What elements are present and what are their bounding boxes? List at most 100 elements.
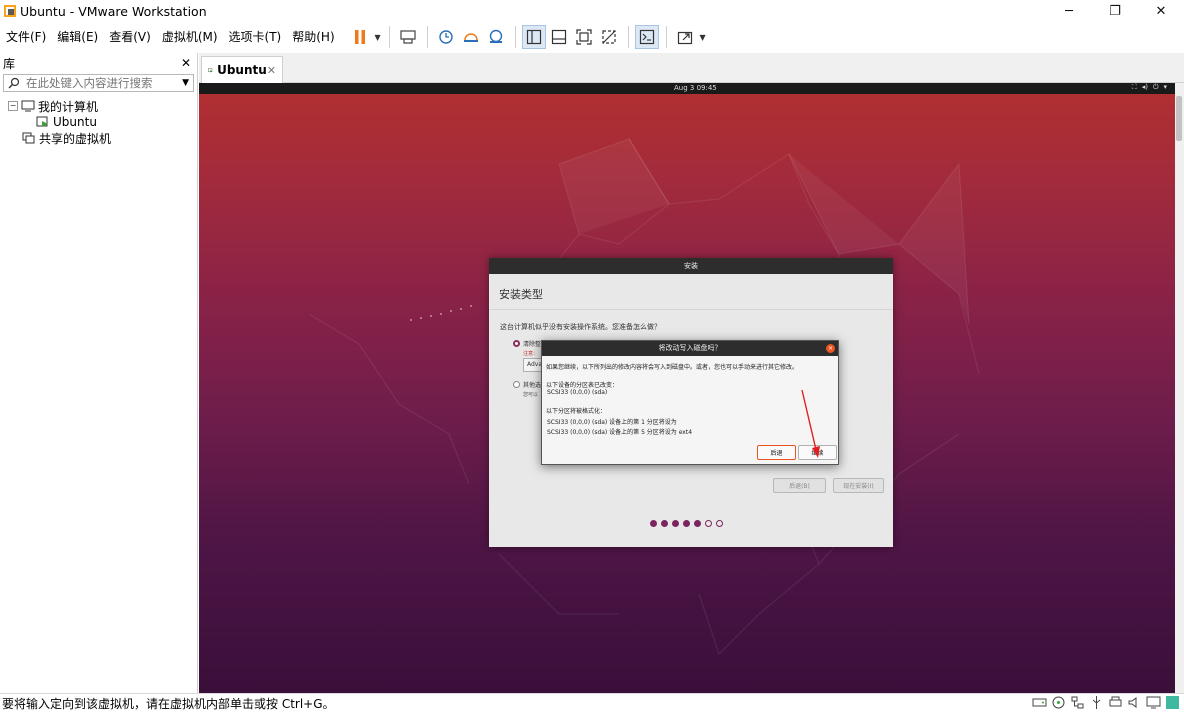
show-library-button[interactable] [522,25,547,49]
revert-snapshot-button[interactable] [459,25,483,49]
full-screen-button[interactable] [572,25,596,49]
stretch-guest-button[interactable] [673,25,697,49]
guest-system-tray[interactable]: ⛶ ◂) ⏻ ▾ [1132,83,1167,92]
stretch-dropdown-arrow[interactable]: ▼ [698,33,708,42]
vm-scrollbar-thumb[interactable] [1176,96,1182,141]
hard-disk-icon[interactable] [1032,695,1047,710]
library-layout-icon [527,29,542,45]
menu-edit[interactable]: 编辑(E) [52,22,103,52]
dialog-format-line2: SCSI33 (0,0,0) (sda) 设备上的第 5 分区将设为 ext4 [547,429,693,436]
tab-close-icon[interactable]: ✕ [267,64,276,77]
install-now-button[interactable]: 现在安装(I) [833,478,884,493]
radio-erase-disk[interactable] [513,340,520,347]
library-search-input[interactable] [26,76,183,90]
show-thumbnail-bar-button[interactable] [547,25,571,49]
installer-back-button[interactable]: 后退(B) [773,478,826,493]
erase-disk-warning: 注意： [523,351,539,357]
pause-button[interactable] [348,25,372,49]
tree-label-shared-vms: 共享的虚拟机 [39,131,112,146]
tree-label-ubuntu: Ubuntu [53,115,97,129]
pause-icon [355,30,366,44]
option-erase-disk[interactable]: 清除整 [513,339,541,348]
tab-ubuntu-label: Ubuntu [217,63,267,77]
snapshot-manager-button[interactable] [484,25,508,49]
guest-clock[interactable]: Aug 3 09:45 [674,84,717,92]
library-title: 库 [3,56,16,71]
library-close-icon[interactable]: ✕ [181,56,191,70]
menu-file[interactable]: 文件(F) [1,22,51,52]
installer-header: 安装 [489,258,893,274]
revert-snapshot-icon [464,33,479,42]
usb-icon[interactable] [1089,695,1104,710]
option-something-else[interactable]: 其他选 [513,380,541,389]
close-button[interactable]: ✕ [1138,0,1184,22]
unity-mode-button[interactable] [597,25,621,49]
search-icon [8,77,20,89]
toolbar: ▼ ▼ [348,22,708,52]
menu-help[interactable]: 帮助(H) [287,22,339,52]
annotation-arrow [801,389,820,458]
dialog-close-icon[interactable]: × [826,344,835,353]
printer-icon[interactable] [1108,695,1123,710]
display-icon[interactable] [1146,695,1161,710]
progress-dot [650,520,657,527]
dialog-intro: 如果您继续，以下所列出的修改内容将会写入到磁盘中。或者，您也可以手动来进行其它修… [546,364,799,371]
send-ctrl-alt-del-button[interactable] [396,25,420,49]
dialog-back-button[interactable]: 后退 [757,445,796,460]
device-status-icons [1032,695,1180,710]
option-something-else-label: 其他选 [523,382,542,389]
progress-dot [694,520,701,527]
status-bar: 要将输入定向到该虚拟机，请在虚拟机内部单击或按 Ctrl+G。 [0,693,1184,712]
vm-tab-icon [208,67,213,72]
vm-console[interactable]: Aug 3 09:45 ⛶ ◂) ⏻ ▾ 安装 安装类型 这台计算机似乎没有安装… [199,83,1175,693]
menu-vm[interactable]: 虚拟机(M) [157,22,223,52]
library-search: ▼ [3,74,194,92]
maximize-button[interactable]: ❐ [1092,0,1138,22]
tree-item-ubuntu[interactable]: Ubuntu [0,114,197,130]
volume-icon: ◂) [1141,83,1148,91]
fullscreen-icon [576,29,592,45]
vm-tab-strip: Ubuntu ✕ [199,53,1184,83]
tab-ubuntu[interactable]: Ubuntu ✕ [201,56,283,83]
snapshot-button[interactable] [434,25,458,49]
snapshot-manager-icon [489,29,503,43]
thumbnail-layout-icon [552,29,567,45]
snapshot-clock-icon [439,30,453,44]
vm-running-icon [36,116,48,127]
unity-icon [602,30,616,44]
message-log-icon[interactable] [1165,695,1180,710]
network-adapter-icon[interactable] [1070,695,1085,710]
pause-dropdown-arrow[interactable]: ▼ [373,33,383,42]
dialog-format-line1: SCSI33 (0,0,0) (sda) 设备上的第 1 分区将设为 [547,419,677,426]
progress-dot [716,520,723,527]
option-erase-disk-label: 清除整 [523,341,542,348]
network-icon: ⛶ [1131,83,1137,91]
library-pane: 库 ✕ ▼ − 我的计算机 Ubuntu 共享的虚拟机 [0,53,198,693]
radio-something-else[interactable] [513,381,520,388]
cd-dvd-icon[interactable] [1051,695,1066,710]
console-view-button[interactable] [635,25,660,49]
minimize-button[interactable]: ─ [1046,0,1092,22]
toolbar-separator [514,26,516,48]
vmware-app-icon [4,5,16,17]
dialog-header: 将改动写入磁盘吗？ × [542,341,838,356]
menu-tabs[interactable]: 选项卡(T) [224,22,287,52]
vm-scrollbar[interactable] [1175,83,1184,693]
menu-view[interactable]: 查看(V) [104,22,156,52]
tree-collapse-toggle[interactable]: − [8,101,18,111]
guest-top-bar: Aug 3 09:45 ⛶ ◂) ⏻ ▾ [199,83,1175,94]
window-title: Ubuntu - VMware Workstation [20,3,207,19]
computer-icon [21,100,35,112]
dialog-changed-heading: 以下设备的分区表已改变： [546,382,619,389]
tree-label-my-computer: 我的计算机 [38,99,99,114]
search-dropdown-arrow[interactable]: ▼ [182,78,189,88]
tree-item-shared-vms[interactable]: 共享的虚拟机 [0,130,197,146]
toolbar-separator [388,26,390,48]
toolbar-separator [426,26,428,48]
status-message: 要将输入定向到该虚拟机，请在虚拟机内部单击或按 Ctrl+G。 [2,696,335,711]
tray-dropdown-icon: ▾ [1163,83,1167,91]
window-controls: ─ ❐ ✕ [1046,0,1184,22]
library-header: 库 ✕ [0,53,197,73]
sound-icon[interactable] [1127,695,1142,710]
tree-item-my-computer[interactable]: − 我的计算机 [0,98,197,114]
